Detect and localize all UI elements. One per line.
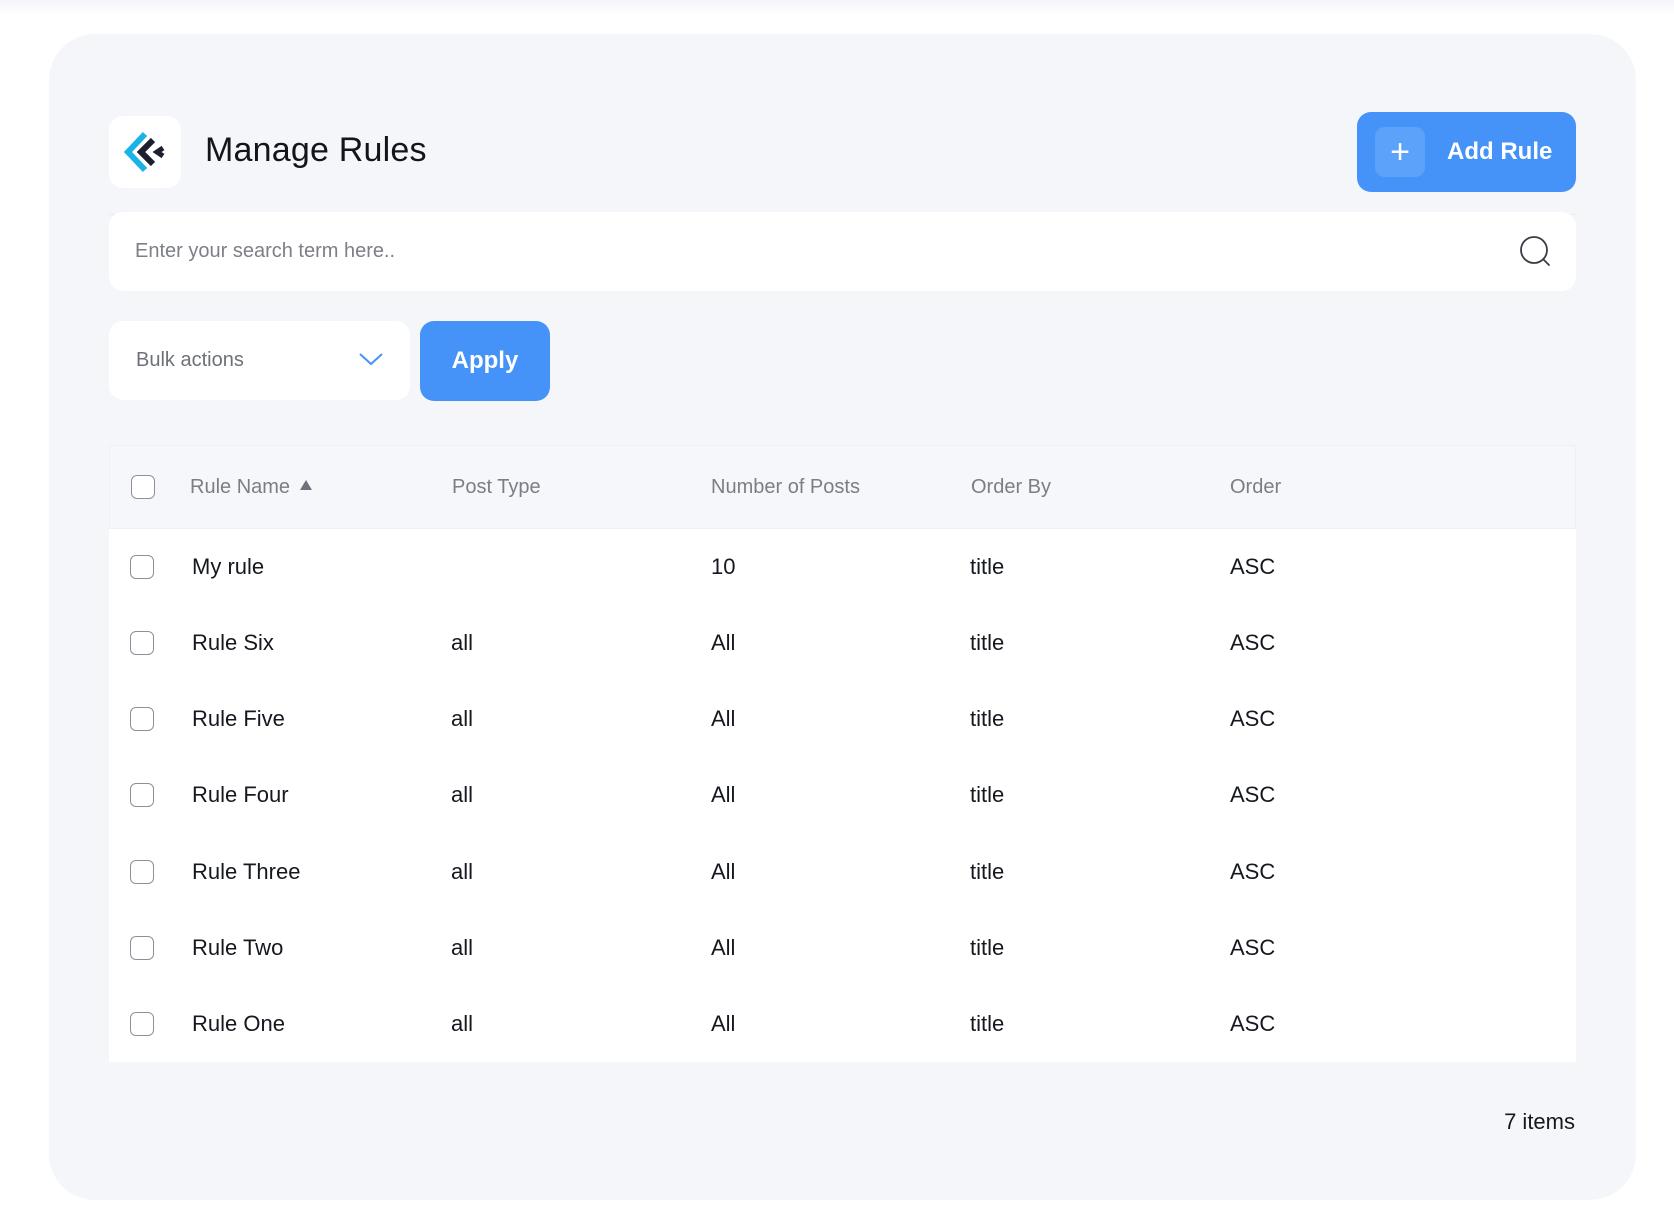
post-type-cell: all	[451, 859, 474, 884]
order-cell: ASC	[1230, 630, 1276, 655]
post-type-cell: all	[451, 706, 474, 731]
bulk-actions-label: Bulk actions	[136, 349, 244, 371]
select-all-checkbox[interactable]	[131, 475, 155, 499]
sort-ascending-icon	[300, 480, 313, 490]
table-row[interactable]: My rule 10 title ASC	[109, 529, 1576, 605]
rule-name-cell[interactable]: Rule Six	[192, 630, 274, 656]
row-checkbox[interactable]	[130, 860, 154, 884]
number-of-posts-cell: All	[711, 706, 736, 731]
column-header-post-type: Post Type	[452, 476, 541, 498]
order-cell: ASC	[1230, 935, 1276, 960]
number-of-posts-cell: All	[711, 859, 736, 884]
post-type-cell: all	[451, 630, 474, 655]
order-cell: ASC	[1230, 782, 1276, 807]
order-cell: ASC	[1230, 706, 1276, 731]
bulk-actions-select[interactable]: Bulk actions	[109, 321, 410, 400]
table-header: Rule Name Post Type Number of Posts Orde…	[109, 445, 1576, 529]
row-checkbox[interactable]	[130, 936, 154, 960]
search-bar	[109, 212, 1576, 291]
main-panel: Manage Rules + Add Rule Bulk actions App…	[49, 34, 1636, 1200]
chevron-down-icon	[359, 353, 383, 366]
number-of-posts-cell: All	[711, 630, 736, 655]
order-by-cell: title	[970, 859, 1005, 884]
order-by-cell: title	[970, 630, 1005, 655]
number-of-posts-cell: 10	[711, 554, 736, 579]
rule-name-cell[interactable]: Rule Two	[192, 935, 283, 961]
page-title: Manage Rules	[205, 131, 427, 169]
rule-name-cell[interactable]: Rule One	[192, 1011, 285, 1037]
row-checkbox[interactable]	[130, 631, 154, 655]
order-by-cell: title	[970, 935, 1005, 960]
apply-button[interactable]: Apply	[420, 321, 550, 401]
table-row[interactable]: Rule Two all All title ASC	[109, 910, 1576, 986]
table-row[interactable]: Rule Four all All title ASC	[109, 757, 1576, 833]
column-header-order-by: Order By	[971, 476, 1052, 498]
row-checkbox[interactable]	[130, 783, 154, 807]
post-type-cell: all	[451, 1011, 474, 1036]
post-type-cell: all	[451, 935, 474, 960]
top-shade	[0, 0, 1674, 14]
order-by-cell: title	[970, 706, 1005, 731]
row-checkbox[interactable]	[130, 1012, 154, 1036]
order-by-cell: title	[970, 1011, 1005, 1036]
order-cell: ASC	[1230, 859, 1276, 884]
column-header-number-of-posts: Number of Posts	[711, 476, 860, 498]
row-checkbox[interactable]	[130, 707, 154, 731]
item-count: 7 items	[1504, 1109, 1575, 1134]
table-row[interactable]: Rule Five all All title ASC	[109, 681, 1576, 757]
table-row[interactable]: Rule One all All title ASC	[109, 986, 1576, 1062]
order-cell: ASC	[1230, 554, 1276, 579]
logo	[109, 116, 181, 188]
column-header-order: Order	[1230, 476, 1282, 498]
number-of-posts-cell: All	[711, 1011, 736, 1036]
table-row[interactable]: Rule Six all All title ASC	[109, 605, 1576, 681]
search-input[interactable]	[109, 212, 1489, 291]
add-rule-label: Add Rule	[1447, 138, 1553, 165]
number-of-posts-cell: All	[711, 782, 736, 807]
rule-name-cell[interactable]: My rule	[192, 554, 264, 580]
plus-icon: +	[1375, 127, 1425, 177]
search-icon[interactable]	[1518, 234, 1554, 270]
rule-name-cell[interactable]: Rule Three	[192, 859, 300, 885]
table-row[interactable]: Rule Three all All title ASC	[109, 834, 1576, 910]
column-header-rule-name[interactable]: Rule Name	[190, 476, 313, 499]
brand-chevron-logo-icon	[123, 131, 165, 173]
column-header-label: Rule Name	[190, 476, 291, 498]
number-of-posts-cell: All	[711, 935, 736, 960]
rule-name-cell[interactable]: Rule Four	[192, 782, 289, 808]
post-type-cell: all	[451, 782, 474, 807]
add-rule-button[interactable]: + Add Rule	[1357, 112, 1576, 192]
rules-table: Rule Name Post Type Number of Posts Orde…	[109, 445, 1576, 1062]
rule-name-cell[interactable]: Rule Five	[192, 706, 285, 732]
order-by-cell: title	[970, 554, 1005, 579]
page-header: Manage Rules + Add Rule	[109, 79, 1576, 215]
row-checkbox[interactable]	[130, 555, 154, 579]
order-by-cell: title	[970, 782, 1005, 807]
order-cell: ASC	[1230, 1011, 1276, 1036]
